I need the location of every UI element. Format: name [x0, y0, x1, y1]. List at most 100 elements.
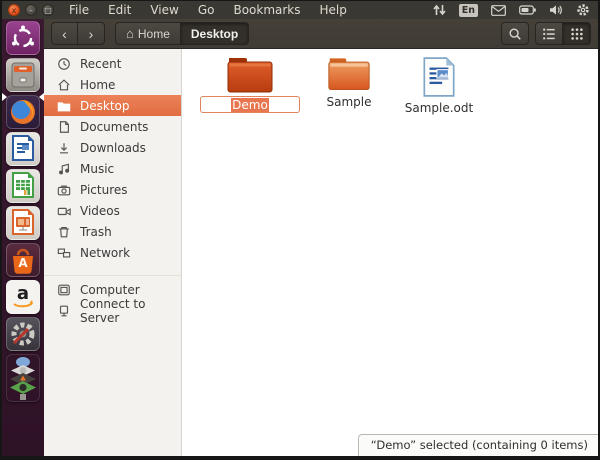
sidebar-label: Downloads: [80, 140, 146, 155]
grid-view-icon: [570, 27, 583, 40]
message-icon[interactable]: [491, 4, 506, 16]
window-controls: x – □: [2, 4, 54, 16]
indicator-area: En: [433, 3, 598, 17]
computer-icon: [58, 284, 70, 295]
menu-help[interactable]: Help: [320, 3, 347, 17]
sidebar-label: Trash: [80, 224, 112, 239]
file-item-demo[interactable]: Demo: [198, 56, 302, 113]
menubar: File Edit View Go Bookmarks Help: [69, 3, 347, 17]
home-icon: ⌂: [126, 26, 134, 41]
sidebar-item-home[interactable]: Home: [44, 74, 181, 95]
launcher-libreoffice-writer-icon[interactable]: [6, 132, 40, 166]
file-item-sample[interactable]: Sample: [318, 56, 380, 109]
sidebar-label: Network: [80, 245, 131, 260]
sidebar-label: Pictures: [80, 182, 128, 197]
sidebar-item-videos[interactable]: Videos: [44, 200, 181, 221]
battery-icon[interactable]: [519, 5, 536, 15]
volume-icon[interactable]: [549, 4, 563, 16]
grid-view-button[interactable]: [563, 22, 591, 45]
sidebar-separator: [44, 266, 181, 276]
launcher-software-center-icon[interactable]: A: [6, 243, 40, 277]
music-note-icon: [59, 163, 70, 174]
file-view[interactable]: Demo Sample Sample.odt “Demo” selected (…: [182, 49, 598, 456]
menu-file[interactable]: File: [69, 3, 89, 17]
sidebar-item-desktop[interactable]: Desktop: [44, 95, 181, 116]
search-icon: [509, 27, 521, 40]
menu-edit[interactable]: Edit: [108, 3, 131, 17]
network-icon: [57, 247, 71, 258]
launcher-files-icon[interactable]: [6, 58, 40, 92]
camera-icon: [57, 184, 71, 195]
list-view-icon: [543, 27, 555, 40]
launcher-libreoffice-impress-icon[interactable]: [6, 206, 40, 240]
breadcrumb: ⌂ Home Desktop: [115, 22, 250, 45]
minimize-button[interactable]: –: [25, 4, 37, 16]
list-view-button[interactable]: [535, 22, 563, 45]
sidebar-label: Home: [80, 77, 116, 92]
sidebar-label: Recent: [80, 56, 122, 71]
file-manager-window: ‹ › ⌂ Home Desktop Recent Home Desktop D…: [44, 19, 598, 456]
folder-icon: [57, 101, 71, 111]
network-arrows-icon[interactable]: [433, 4, 446, 16]
document-icon: [59, 120, 69, 133]
server-icon: [59, 305, 69, 316]
sidebar-label: Computer: [80, 282, 140, 297]
menu-bookmarks[interactable]: Bookmarks: [233, 3, 300, 17]
session-gear-icon[interactable]: [576, 3, 590, 17]
top-panel: x – □ File Edit View Go Bookmarks Help E…: [2, 1, 598, 19]
maximize-button[interactable]: □: [42, 4, 54, 16]
folder-icon: [328, 58, 370, 91]
menu-view[interactable]: View: [150, 3, 178, 17]
search-button[interactable]: [501, 22, 529, 45]
view-toggle-group: [535, 22, 591, 45]
screen: x – □ File Edit View Go Bookmarks Help E…: [0, 0, 600, 460]
video-camera-icon: [57, 207, 71, 216]
launcher-ubuntu-dash-icon[interactable]: [6, 21, 40, 55]
file-label: Sample.odt: [404, 101, 474, 115]
focused-indicator-arrow: [39, 93, 44, 101]
toolbar: ‹ › ⌂ Home Desktop: [44, 19, 598, 49]
sidebar-item-recent[interactable]: Recent: [44, 53, 181, 74]
sidebar-item-network[interactable]: Network: [44, 242, 181, 263]
places-sidebar: Recent Home Desktop Documents Downloads: [44, 49, 182, 456]
launcher-amazon-icon[interactable]: a: [6, 280, 40, 314]
trash-icon: [59, 226, 69, 237]
launcher-workspace-stack-icon[interactable]: [6, 354, 40, 402]
history-nav-group: ‹ ›: [51, 22, 105, 45]
download-icon: [60, 142, 68, 153]
launcher-firefox-icon[interactable]: [6, 95, 40, 129]
folder-icon-selected: [227, 58, 273, 93]
sidebar-item-music[interactable]: Music: [44, 158, 181, 179]
sidebar-label: Music: [80, 161, 115, 176]
software-center-letter: A: [18, 256, 28, 270]
writer-document-icon: [423, 57, 455, 97]
close-button[interactable]: x: [8, 4, 20, 16]
breadcrumb-desktop-label: Desktop: [190, 26, 239, 41]
sidebar-label: Connect to Server: [80, 296, 146, 325]
file-label: Sample: [326, 95, 372, 109]
sidebar-label: Documents: [80, 119, 149, 134]
clock-icon: [58, 57, 70, 70]
breadcrumb-desktop[interactable]: Desktop: [180, 22, 250, 45]
back-button[interactable]: ‹: [51, 22, 78, 45]
launcher-system-settings-icon[interactable]: [6, 317, 40, 351]
toolbar-right: [501, 22, 591, 45]
sidebar-item-downloads[interactable]: Downloads: [44, 137, 181, 158]
breadcrumb-home-label: Home: [137, 26, 170, 41]
sidebar-item-trash[interactable]: Trash: [44, 221, 181, 242]
sidebar-item-connect-to-server[interactable]: Connect to Server: [44, 297, 181, 325]
unity-launcher: A a: [2, 19, 44, 456]
sidebar-item-pictures[interactable]: Pictures: [44, 179, 181, 200]
menu-go[interactable]: Go: [198, 3, 215, 17]
launcher-libreoffice-calc-icon[interactable]: [6, 169, 40, 203]
file-item-sample-odt[interactable]: Sample.odt: [396, 56, 482, 115]
sidebar-item-documents[interactable]: Documents: [44, 116, 181, 137]
home-icon: [58, 78, 70, 90]
keyboard-indicator[interactable]: En: [458, 3, 478, 17]
rename-selected-text: Demo: [231, 97, 269, 112]
breadcrumb-home[interactable]: ⌂ Home: [115, 22, 181, 45]
running-indicator-arrow: [2, 93, 7, 101]
sidebar-label: Videos: [80, 203, 120, 218]
rename-input[interactable]: Demo: [200, 96, 300, 113]
forward-button[interactable]: ›: [78, 22, 105, 45]
